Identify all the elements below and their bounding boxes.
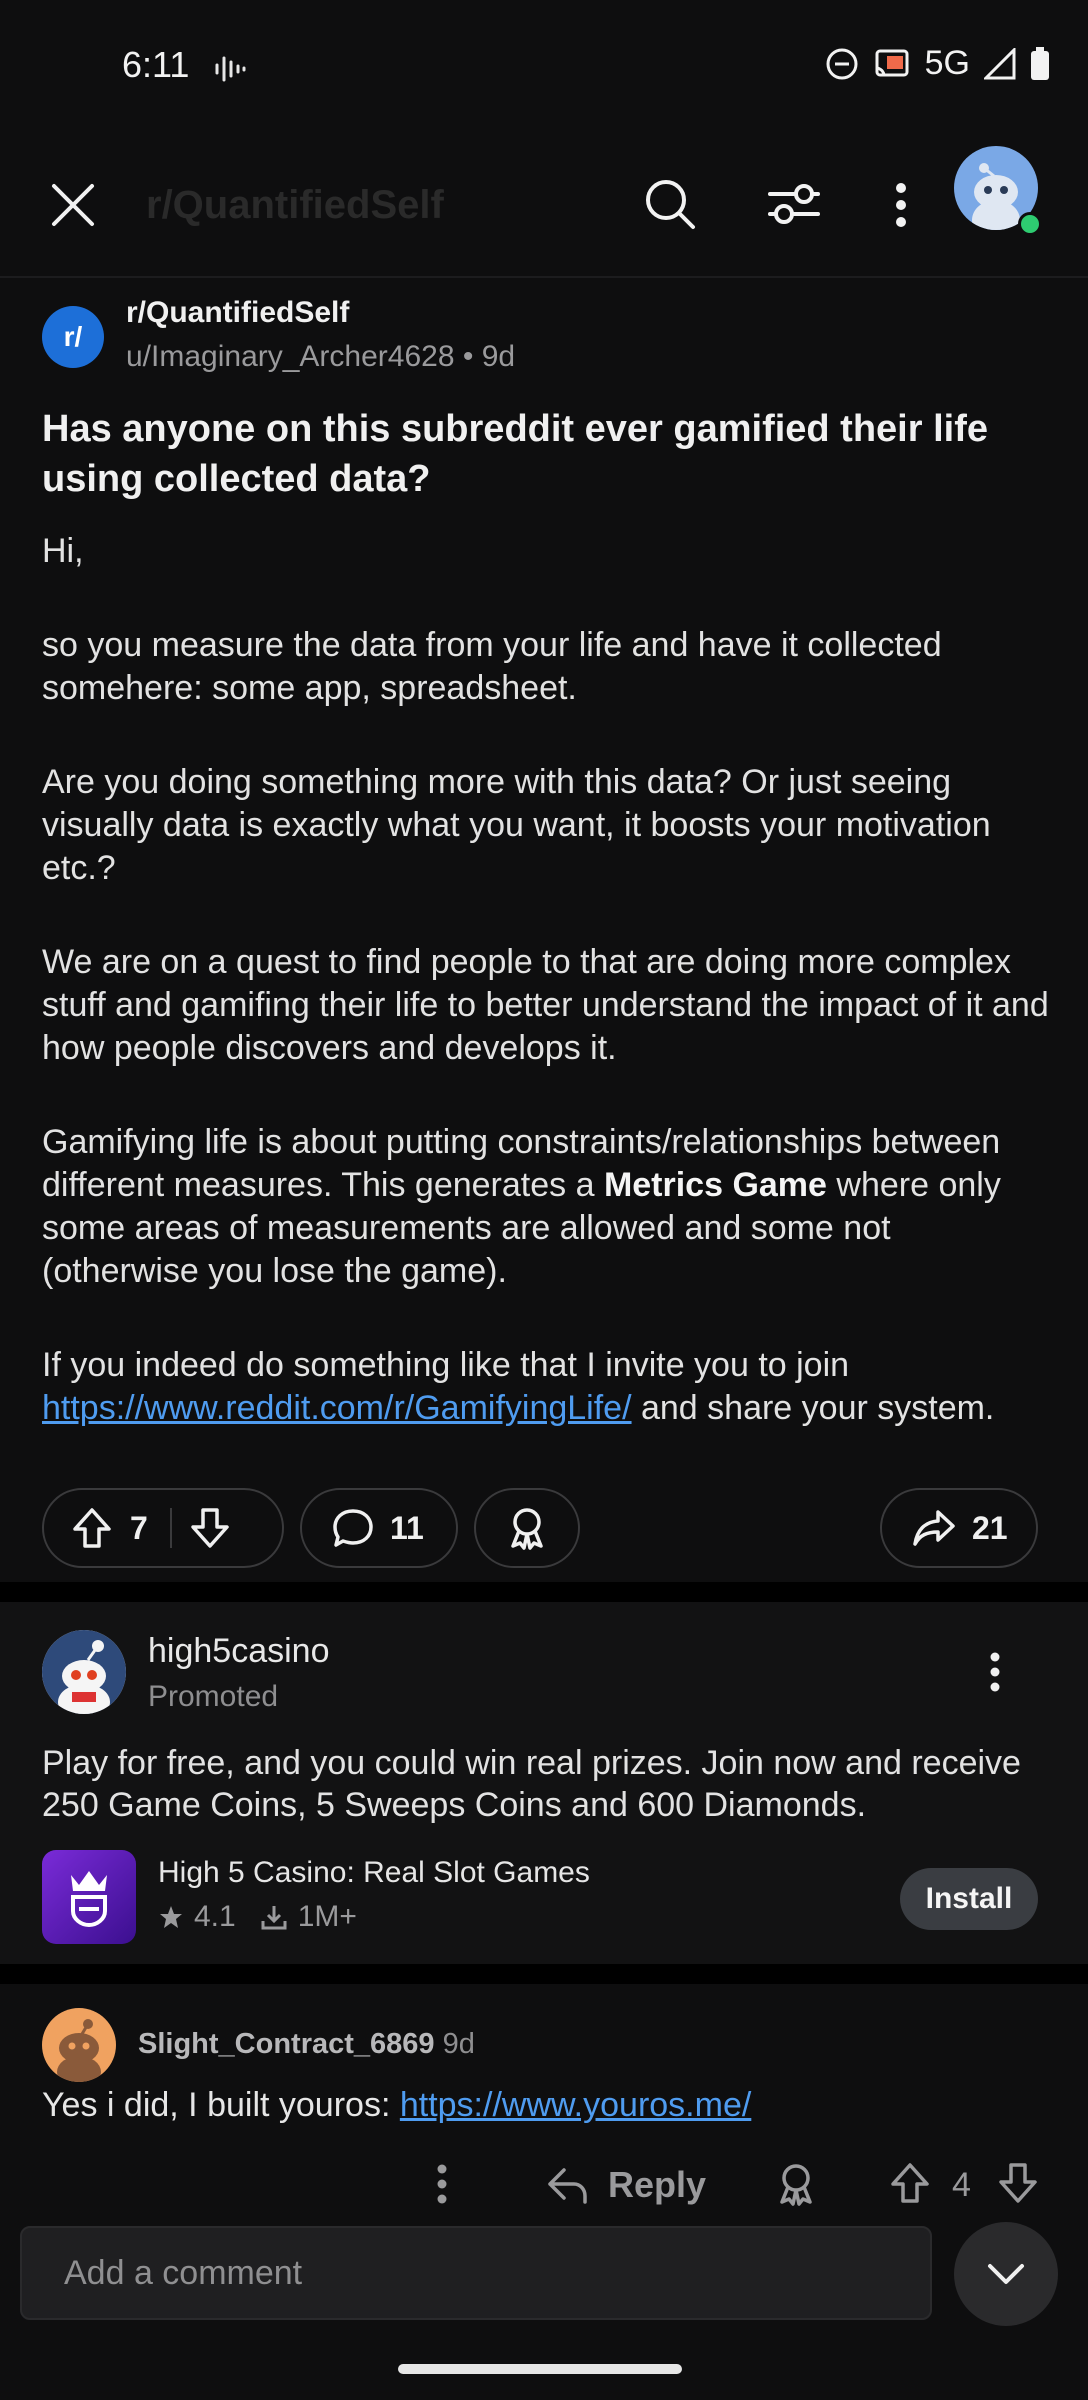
text-segment: and share your system. [631, 1389, 995, 1427]
divider [0, 276, 1088, 278]
reply-icon [546, 2166, 588, 2204]
install-button[interactable]: Install [900, 1868, 1038, 1930]
post-paragraph: so you measure the data from your life a… [42, 626, 942, 707]
reply-label: Reply [608, 2164, 707, 2205]
post-paragraph: We are on a quest to find people to that… [42, 943, 1049, 1067]
app-name[interactable]: High 5 Casino: Real Slot Games [158, 1856, 590, 1890]
network-label: 5G [924, 44, 970, 82]
award-button[interactable] [474, 1488, 580, 1568]
post-title: Has anyone on this subreddit ever gamifi… [42, 408, 988, 500]
vote-pill: 7 [42, 1488, 284, 1568]
signal-icon [984, 47, 1016, 80]
app-rating: 4.1 [194, 1900, 236, 1933]
promoted-label: Promoted [148, 1680, 279, 1713]
post-age: 9d [481, 340, 516, 373]
post-paragraph: If you indeed do something like that I i… [42, 1344, 1052, 1430]
ad-text: Play for free, and you could win real pr… [42, 1744, 1021, 1824]
online-indicator [1018, 212, 1042, 236]
battery-icon [1030, 46, 1050, 81]
subreddit-name[interactable]: r/QuantifiedSelf [126, 296, 349, 330]
comment-award-icon[interactable] [774, 2162, 818, 2206]
next-comment-button[interactable] [954, 2222, 1058, 2326]
advertiser-avatar[interactable] [42, 1630, 126, 1714]
gamifyinglife-link[interactable]: https://www.reddit.com/r/GamifyingLife/ [42, 1389, 632, 1427]
close-icon[interactable] [50, 182, 96, 228]
app-icon[interactable] [42, 1850, 136, 1944]
reply-button[interactable]: Reply [546, 2164, 706, 2206]
youros-link[interactable]: https://www.youros.me/ [400, 2086, 751, 2124]
comment-icon [332, 1508, 374, 1548]
dnd-icon [825, 47, 859, 81]
post-paragraph: Are you doing something more with this d… [42, 763, 991, 887]
section-divider [0, 1964, 1088, 1984]
text-segment: If you indeed do something like that I i… [42, 1346, 850, 1384]
star-icon [158, 1904, 184, 1930]
post-paragraph: Gamifying life is about putting constrai… [42, 1121, 1052, 1293]
cast-icon [873, 48, 911, 80]
comments-button[interactable]: 11 [300, 1488, 458, 1568]
commenter-avatar[interactable] [42, 2008, 116, 2082]
bold-text: Metrics Game [603, 1166, 827, 1204]
share-button[interactable]: 21 [880, 1488, 1038, 1568]
share-count: 21 [972, 1509, 1008, 1546]
comment-text: Yes i did, I built youros: https://www.y… [42, 2086, 751, 2125]
section-divider [0, 1582, 1088, 1602]
audio-wave-icon [214, 54, 246, 84]
post-paragraph: Hi, [42, 532, 84, 570]
comment-count: 11 [390, 1509, 424, 1546]
comment-author[interactable]: Slight_Contract_6869 [138, 2028, 435, 2060]
add-comment-input[interactable]: Add a comment [20, 2226, 932, 2320]
download-icon [260, 1903, 288, 1931]
app-stats: 4.1 1M+ [158, 1900, 357, 1934]
ad-more-icon[interactable] [988, 1652, 1002, 1692]
comment-body: Yes i did, I built youros: [42, 2086, 400, 2124]
comment-meta: Slight_Contract_6869 9d [138, 2028, 475, 2061]
comment-more-icon[interactable] [436, 2164, 448, 2204]
downvote-icon[interactable] [190, 1507, 230, 1549]
more-options-icon[interactable] [894, 182, 908, 228]
comment-age: 9d [442, 2028, 475, 2060]
comment-upvote-icon[interactable] [890, 2162, 930, 2204]
share-icon [912, 1509, 956, 1547]
comment-vote-count: 4 [952, 2166, 971, 2204]
search-icon[interactable] [644, 178, 696, 230]
award-icon [505, 1506, 549, 1550]
sort-filter-icon[interactable] [768, 180, 820, 228]
upvote-icon[interactable] [72, 1507, 112, 1549]
post-body: Hi, so you measure the data from your li… [42, 530, 1052, 1481]
chevron-down-icon [986, 2262, 1026, 2286]
vote-count: 7 [130, 1509, 148, 1546]
pill-separator [169, 1508, 172, 1548]
app-downloads: 1M+ [297, 1900, 357, 1933]
advertiser-name[interactable]: high5casino [148, 1632, 329, 1671]
status-icons: 5G [825, 44, 1050, 83]
meta-dot: • [462, 340, 482, 373]
status-time: 6:11 [122, 44, 190, 85]
subreddit-icon[interactable]: r/ [42, 306, 104, 368]
comment-downvote-icon[interactable] [998, 2162, 1038, 2204]
home-indicator[interactable] [398, 2364, 682, 2374]
top-bar-title: r/QuantifiedSelf [146, 183, 444, 227]
post-author[interactable]: u/Imaginary_Archer4628 [126, 340, 455, 373]
post-meta: u/Imaginary_Archer4628 • 9d [126, 340, 515, 374]
